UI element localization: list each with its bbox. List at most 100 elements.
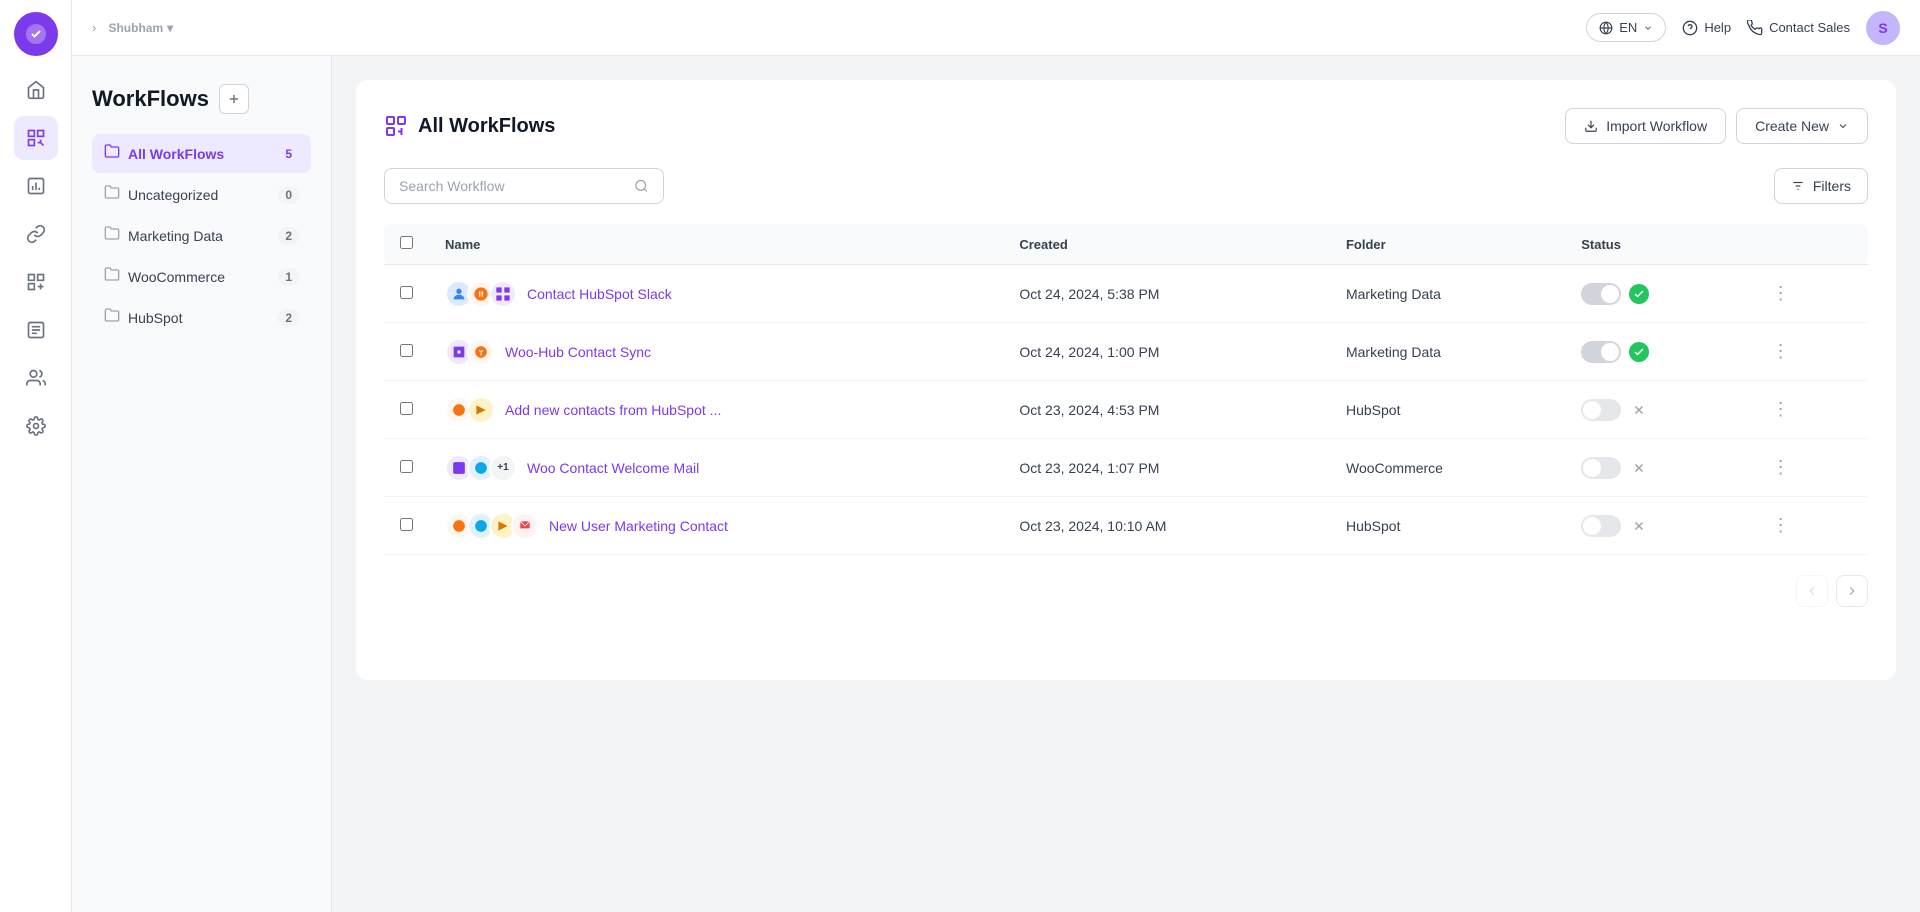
workflow-link-1[interactable]: Contact HubSpot Slack [527, 286, 672, 302]
import-btn-label: Import Workflow [1606, 118, 1707, 134]
sidebar-item-marketing[interactable]: Marketing Data 2 [92, 216, 311, 255]
row-created-2: Oct 24, 2024, 1:00 PM [1003, 323, 1330, 381]
row-folder-2: Marketing Data [1330, 323, 1565, 381]
main-content: WorkFlows All WorkFlows 5 Uncategorized … [72, 56, 1920, 912]
sidebar-title: WorkFlows [92, 86, 209, 112]
filters-btn[interactable]: Filters [1774, 168, 1868, 204]
col-checkbox [384, 224, 429, 265]
select-all-checkbox[interactable] [400, 236, 413, 249]
col-status: Status [1565, 224, 1747, 265]
folder-icon-5 [104, 307, 120, 328]
expand-sidebar-btn[interactable]: › [92, 20, 96, 35]
workflow-icon-3-2 [467, 396, 495, 424]
row-2-checkbox[interactable] [400, 344, 413, 357]
status-x-icon-4 [1629, 458, 1649, 478]
status-toggle-3[interactable] [1581, 399, 1621, 421]
workflow-link-3[interactable]: Add new contacts from HubSpot ... [505, 402, 721, 418]
row-4-checkbox[interactable] [400, 460, 413, 473]
status-toggle-4[interactable] [1581, 457, 1621, 479]
search-input[interactable] [399, 178, 626, 194]
row-more-btn-4[interactable]: ⋮ [1764, 453, 1798, 482]
row-5-checkbox[interactable] [400, 518, 413, 531]
sidebar-count-uncategorized: 0 [278, 186, 299, 204]
row-more-btn-5[interactable]: ⋮ [1764, 511, 1798, 540]
row-checkbox-cell [384, 497, 429, 555]
user-avatar[interactable]: S [1866, 11, 1900, 45]
workflows-card: All WorkFlows Import Workflow Create New [356, 80, 1896, 680]
page-content: All WorkFlows Import Workflow Create New [332, 56, 1920, 912]
row-created-1: Oct 24, 2024, 5:38 PM [1003, 265, 1330, 323]
row-actions-2: ⋮ [1748, 323, 1868, 381]
row-name-cell: Add new contacts from HubSpot ... [429, 381, 1003, 439]
row-status-2 [1565, 323, 1747, 381]
forms-nav-btn[interactable] [14, 308, 58, 352]
row-more-btn-1[interactable]: ⋮ [1764, 279, 1798, 308]
row-folder-1: Marketing Data [1330, 265, 1565, 323]
folder-icon-3 [104, 225, 120, 246]
workflow-icon-4-3: +1 [489, 454, 517, 482]
folder-icon [104, 143, 120, 164]
row-actions-5: ⋮ [1748, 497, 1868, 555]
row-name-cell: Woo-Hub Contact Sync [429, 323, 1003, 381]
sidebar-label-woocommerce: WooCommerce [128, 269, 270, 285]
sidebar-count-marketing: 2 [278, 227, 299, 245]
next-page-btn[interactable] [1836, 575, 1868, 607]
import-workflow-btn[interactable]: Import Workflow [1565, 108, 1726, 144]
sidebar-item-hubspot[interactable]: HubSpot 2 [92, 298, 311, 337]
card-header: All WorkFlows Import Workflow Create New [384, 108, 1868, 144]
settings-nav-btn[interactable] [14, 404, 58, 448]
row-more-btn-3[interactable]: ⋮ [1764, 395, 1798, 424]
links-nav-btn[interactable] [14, 212, 58, 256]
workflow-icon-5-4 [511, 512, 539, 540]
page-title: All WorkFlows [418, 115, 555, 138]
contact-sales-btn[interactable]: Contact Sales [1747, 20, 1850, 36]
row-3-checkbox[interactable] [400, 402, 413, 415]
col-actions [1748, 224, 1868, 265]
status-toggle-1[interactable] [1581, 283, 1621, 305]
help-btn[interactable]: Help [1682, 20, 1731, 36]
row-folder-3: HubSpot [1330, 381, 1565, 439]
sidebar-item-woocommerce[interactable]: WooCommerce 1 [92, 257, 311, 296]
home-nav-btn[interactable] [14, 68, 58, 112]
row-status-3 [1565, 381, 1747, 439]
workspace-selector[interactable]: Shubham ▾ [108, 21, 173, 35]
create-new-btn[interactable]: Create New [1736, 108, 1868, 144]
sidebar-label-hubspot: HubSpot [128, 310, 270, 326]
workflow-link-2[interactable]: Woo-Hub Contact Sync [505, 344, 651, 360]
app-logo[interactable] [14, 12, 58, 56]
workflow-link-5[interactable]: New User Marketing Contact [549, 518, 728, 534]
search-box[interactable] [384, 168, 664, 204]
row-status-4 [1565, 439, 1747, 497]
row-checkbox-cell [384, 439, 429, 497]
help-label: Help [1704, 20, 1731, 35]
workflow-link-4[interactable]: Woo Contact Welcome Mail [527, 460, 699, 476]
workflows-nav-btn[interactable] [14, 116, 58, 160]
table-row: New User Marketing Contact Oct 23, 2024,… [384, 497, 1868, 555]
language-selector[interactable]: EN [1586, 13, 1666, 42]
table-row: Contact HubSpot Slack Oct 24, 2024, 5:38… [384, 265, 1868, 323]
blocks-nav-btn[interactable] [14, 260, 58, 304]
sidebar-label-marketing: Marketing Data [128, 228, 270, 244]
status-toggle-5[interactable] [1581, 515, 1621, 537]
workflow-icon-2-2 [467, 338, 495, 366]
reports-nav-btn[interactable] [14, 164, 58, 208]
sidebar-item-uncategorized[interactable]: Uncategorized 0 [92, 175, 311, 214]
col-created: Created [1003, 224, 1330, 265]
audience-nav-btn[interactable] [14, 356, 58, 400]
create-btn-label: Create New [1755, 118, 1829, 134]
row-1-checkbox[interactable] [400, 286, 413, 299]
table-row: Add new contacts from HubSpot ... Oct 23… [384, 381, 1868, 439]
row-more-btn-2[interactable]: ⋮ [1764, 337, 1798, 366]
top-nav: › Shubham ▾ EN Help Contact Sales S [72, 0, 1920, 56]
search-icon [634, 178, 649, 194]
sidebar-count-hubspot: 2 [278, 309, 299, 327]
status-x-icon-5 [1629, 516, 1649, 536]
sidebar-item-all[interactable]: All WorkFlows 5 [92, 134, 311, 173]
prev-page-btn[interactable] [1796, 575, 1828, 607]
status-x-icon-3 [1629, 400, 1649, 420]
add-workflow-btn[interactable] [219, 84, 249, 114]
workflow-icons-5 [445, 512, 539, 540]
status-toggle-2[interactable] [1581, 341, 1621, 363]
card-actions: Import Workflow Create New [1565, 108, 1868, 144]
row-name-cell: New User Marketing Contact [429, 497, 1003, 555]
